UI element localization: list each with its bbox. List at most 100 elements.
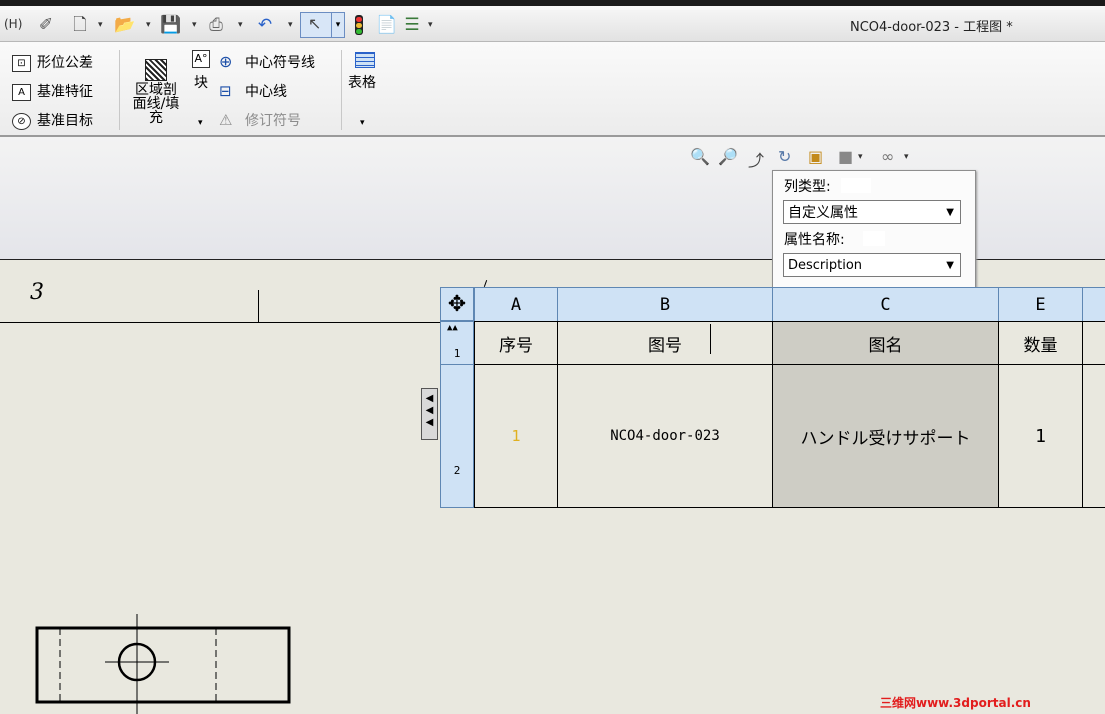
datum-target-icon: ⊘ xyxy=(12,112,31,130)
undo-icon[interactable]: ↶ xyxy=(255,15,275,35)
open-folder-icon[interactable]: 📂 xyxy=(114,15,135,35)
glasses-dropdown-arrow[interactable]: ▾ xyxy=(904,152,909,162)
data-cell-index[interactable]: 1 xyxy=(474,364,558,508)
print-icon[interactable]: ⎙ xyxy=(206,15,226,35)
column-type-select[interactable]: 自定义属性 ▼ xyxy=(783,200,961,224)
row-header-1-label: 1 xyxy=(453,347,461,360)
datum-target-label: 基准目标 xyxy=(37,113,93,129)
zoom-to-fit-icon[interactable]: 🔍 xyxy=(690,147,710,166)
property-name-label: 属性名称: xyxy=(784,232,845,248)
revision-warning-icon: ⚠ xyxy=(219,111,233,129)
ribbon-separator xyxy=(341,50,342,130)
area-hatch-label-2: 面线/填 xyxy=(132,96,180,112)
center-mark-button[interactable]: ⊕ 中心符号线 xyxy=(219,52,315,72)
property-name-blank xyxy=(863,231,885,246)
property-name-value: Description xyxy=(788,258,863,273)
row-drag-handle-icon[interactable]: ◀ ◀ ◀ xyxy=(421,388,438,440)
undo-dropdown-arrow[interactable]: ▾ xyxy=(288,20,293,30)
column-type-popup: 列类型: 自定义属性 ▼ 属性名称: Description ▼ xyxy=(772,170,976,288)
header-cell-drawing-name[interactable]: 图名 xyxy=(772,321,999,365)
title-block-divider xyxy=(258,290,259,322)
rotate-view-icon[interactable]: ↻ xyxy=(778,147,791,166)
center-mark-label: 中心符号线 xyxy=(245,55,315,71)
centerline-icon: ⊟ xyxy=(219,82,232,100)
cursor-icon: ↖ xyxy=(308,14,322,33)
print-dropdown-arrow[interactable]: ▾ xyxy=(238,20,243,30)
area-hatch-icon xyxy=(145,59,167,81)
select-dropdown-arrow[interactable]: ▾ xyxy=(331,12,345,38)
column-type-blank xyxy=(841,178,871,193)
datum-feature-button[interactable]: A 基准特征 xyxy=(12,81,93,101)
file-properties-icon[interactable]: 📄 xyxy=(376,15,397,35)
table-move-handle-icon[interactable]: ✥ xyxy=(440,287,474,321)
part-drawing-view[interactable] xyxy=(30,612,300,714)
header-cell-index[interactable]: 序号 xyxy=(474,321,558,365)
block-label: 块 xyxy=(194,75,208,91)
new-document-icon[interactable]: 🗋 xyxy=(70,15,90,35)
pin-icon[interactable]: ✐ xyxy=(36,15,56,35)
watermark: 三维网www.3dportal.cn xyxy=(880,696,1031,710)
column-header-a[interactable]: A xyxy=(474,287,558,322)
save-dropdown-arrow[interactable]: ▾ xyxy=(192,20,197,30)
column-header-b[interactable]: B xyxy=(557,287,773,322)
revision-symbol-button[interactable]: ⚠ 修订符号 xyxy=(219,110,301,130)
open-dropdown-arrow[interactable]: ▾ xyxy=(146,20,151,30)
ribbon-separator xyxy=(119,50,120,130)
center-mark-icon: ⊕ xyxy=(219,52,233,71)
new-dropdown-arrow[interactable]: ▾ xyxy=(98,20,103,30)
row-header-2[interactable]: 2 xyxy=(440,364,474,508)
datum-feature-label: 基准特征 xyxy=(37,84,93,100)
datum-target-button[interactable]: ⊘ 基准目标 xyxy=(12,110,93,130)
traffic-light-icon[interactable] xyxy=(355,15,363,35)
header-cell-drawing-no[interactable]: 图号 xyxy=(557,321,773,365)
save-icon[interactable]: 💾 xyxy=(160,15,181,35)
hide-show-icon[interactable]: ■ xyxy=(838,147,853,166)
previous-view-icon[interactable]: ⤴ xyxy=(748,147,764,171)
display-style-icon[interactable]: ▣ xyxy=(808,147,823,166)
row-header-1[interactable]: ▲▲ 1 xyxy=(440,321,474,365)
data-cell-drawing-name[interactable]: ハンドル受けサポート xyxy=(772,364,999,508)
column-type-value: 自定义属性 xyxy=(788,205,858,221)
centerline-button[interactable]: ⊟ 中心线 xyxy=(219,81,287,101)
title-block-fragment: 3 xyxy=(30,280,44,305)
header-cell-next[interactable] xyxy=(1082,321,1105,365)
window-title: NCO4-door-023 - 工程图 * xyxy=(850,20,1013,35)
chevron-down-icon: ▼ xyxy=(946,207,954,218)
data-cell-drawing-no[interactable]: NCO4-door-023 xyxy=(557,364,773,508)
glasses-view-icon[interactable]: ∞ xyxy=(881,147,894,166)
geometric-tolerance-button[interactable]: ⊡ 形位公差 xyxy=(12,52,93,72)
help-menu-fragment[interactable]: (H) xyxy=(4,17,22,31)
centerline-label: 中心线 xyxy=(245,84,287,100)
select-tool-button[interactable]: ↖ xyxy=(300,12,332,38)
zoom-area-icon[interactable]: 🔎 xyxy=(718,147,738,166)
title-block-line xyxy=(0,322,440,323)
options-list-icon[interactable]: ☰ xyxy=(402,15,422,35)
revision-symbol-label: 修订符号 xyxy=(245,113,301,129)
header-cell-quantity[interactable]: 数量 xyxy=(998,321,1083,365)
data-cell-next[interactable] xyxy=(1082,364,1105,508)
table-label: 表格 xyxy=(348,75,376,91)
column-header-c[interactable]: C xyxy=(772,287,999,322)
area-hatch-label-1: 区域剖 xyxy=(135,82,177,98)
geometric-tolerance-label: 形位公差 xyxy=(37,55,93,71)
block-button[interactable]: A° 块 xyxy=(190,50,216,95)
data-cell-quantity[interactable]: 1 xyxy=(998,364,1083,508)
property-name-select[interactable]: Description ▼ xyxy=(783,253,961,277)
block-icon: A° xyxy=(192,50,210,68)
table-dropdown-arrow[interactable]: ▾ xyxy=(360,118,365,128)
options-dropdown-arrow[interactable]: ▾ xyxy=(428,20,433,30)
row-collapse-icon[interactable]: ▲▲ xyxy=(447,324,458,333)
block-dropdown-arrow[interactable]: ▾ xyxy=(198,118,203,128)
column-header-e[interactable]: E xyxy=(998,287,1083,322)
hide-show-dropdown-arrow[interactable]: ▾ xyxy=(858,152,863,162)
geometric-tolerance-icon: ⊡ xyxy=(12,54,31,72)
column-type-label: 列类型: xyxy=(784,179,831,195)
table-button[interactable]: 表格 ▾ xyxy=(346,50,384,130)
column-header-next[interactable] xyxy=(1082,287,1105,322)
part-outline xyxy=(35,626,291,704)
text-cursor xyxy=(710,324,711,354)
area-hatch-button[interactable]: 区域剖 面线/填 充 xyxy=(128,48,184,134)
chevron-down-icon: ▼ xyxy=(946,260,954,271)
title-bar: (H) ✐ 🗋 ▾ 📂 ▾ 💾 ▾ ⎙ ▾ ↶ ▾ ↖ ▾ 📄 ☰ ▾ NCO4… xyxy=(0,6,1105,42)
table-icon xyxy=(355,52,375,68)
